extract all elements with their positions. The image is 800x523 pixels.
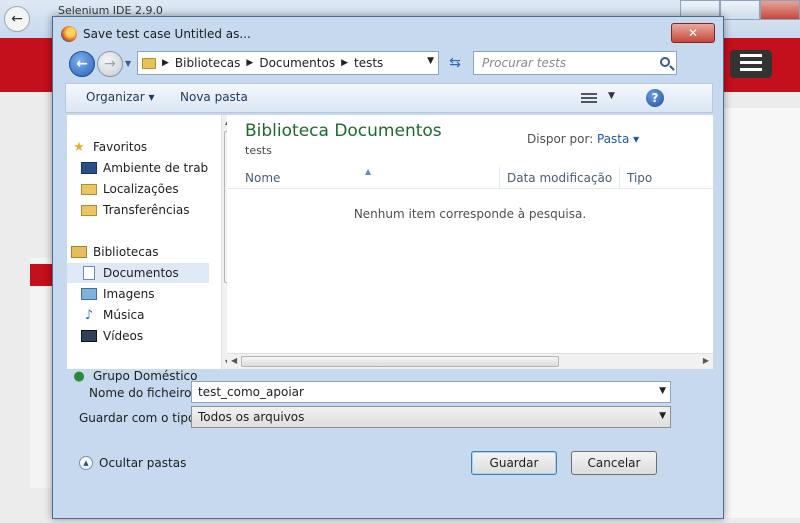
refresh-icon[interactable]: ⇆ bbox=[443, 51, 467, 75]
maximize-icon[interactable] bbox=[720, 0, 760, 20]
column-header-type[interactable]: Tipo bbox=[627, 171, 652, 185]
firefox-icon bbox=[61, 26, 77, 42]
dialog-title: Save test case Untitled as... bbox=[83, 27, 251, 41]
breadcrumb-item-tests[interactable]: tests bbox=[354, 56, 383, 70]
file-list-pane: Biblioteca Documentos tests Dispor por: … bbox=[227, 115, 713, 369]
address-dropdown-icon[interactable]: ▼ bbox=[427, 56, 434, 66]
filetype-dropdown-icon[interactable]: ▼ bbox=[659, 411, 666, 421]
downloads-icon bbox=[81, 204, 97, 216]
location-folder-icon bbox=[81, 183, 97, 195]
organize-button[interactable]: Organizar ▾ bbox=[86, 90, 155, 104]
breadcrumb-item-documentos[interactable]: Documentos bbox=[259, 56, 335, 70]
scroll-left-icon[interactable]: ◀ bbox=[231, 356, 237, 365]
sidebar-item-favoritos[interactable]: ★ Favoritos bbox=[71, 137, 211, 157]
libraries-icon bbox=[71, 246, 87, 258]
scroll-right-icon[interactable]: ▶ bbox=[703, 356, 709, 365]
sidebar-item-imagens[interactable]: Imagens bbox=[81, 284, 221, 304]
forward-arrow-icon[interactable]: → bbox=[97, 51, 123, 77]
search-icon[interactable] bbox=[660, 57, 670, 67]
videos-icon bbox=[81, 330, 97, 342]
file-list-scrollbar[interactable]: ◀ ▶ bbox=[227, 353, 713, 369]
save-dialog: Save test case Untitled as... ✕ ← → ▼ ▶ … bbox=[52, 16, 724, 519]
column-header-date[interactable]: Data modificação bbox=[507, 171, 612, 185]
sidebar-item-bibliotecas[interactable]: Bibliotecas bbox=[71, 242, 211, 262]
documents-icon bbox=[83, 266, 95, 280]
hamburger-menu-icon[interactable] bbox=[730, 50, 772, 78]
sidebar-item-ambiente-de-trabalho[interactable]: Ambiente de trab bbox=[81, 158, 221, 178]
arrange-by-label: Dispor por: bbox=[527, 132, 594, 146]
library-title: Biblioteca Documentos bbox=[245, 121, 442, 141]
sidebar-item-musica[interactable]: ♪ Música bbox=[81, 305, 221, 325]
save-form: Nome do ficheiro: test_como_apoiar ▼ Gua… bbox=[67, 373, 713, 433]
address-bar[interactable]: ▶ Bibliotecas ▶ Documentos ▶ tests ▼ bbox=[137, 51, 439, 75]
dialog-close-button[interactable]: ✕ bbox=[671, 23, 715, 43]
column-header-row: ▲ Nome Data modificação Tipo bbox=[227, 167, 713, 189]
new-folder-button[interactable]: Nova pasta bbox=[180, 90, 248, 104]
cancel-button[interactable]: Cancelar bbox=[571, 451, 657, 475]
arrange-by-dropdown[interactable]: Pasta ▾ bbox=[597, 132, 639, 146]
sidebar-item-localizacoes[interactable]: Localizações bbox=[81, 179, 221, 199]
dialog-toolbar: Organizar ▾ Nova pasta ▼ ? bbox=[65, 83, 713, 113]
recent-locations-dropdown-icon[interactable]: ▼ bbox=[125, 59, 135, 69]
dialog-titlebar: Save test case Untitled as... bbox=[61, 23, 251, 45]
filename-dropdown-icon[interactable]: ▼ bbox=[659, 386, 666, 396]
filename-label: Nome do ficheiro: bbox=[89, 386, 196, 400]
filetype-select[interactable]: Todos os arquivos ▼ bbox=[191, 406, 671, 428]
music-icon: ♪ bbox=[84, 307, 94, 323]
help-icon[interactable]: ? bbox=[646, 89, 664, 107]
sort-ascending-icon: ▲ bbox=[365, 167, 372, 176]
save-button[interactable]: Guardar bbox=[471, 451, 557, 475]
star-icon: ★ bbox=[73, 139, 85, 155]
folder-icon bbox=[142, 57, 156, 69]
breadcrumb-arrow-icon[interactable]: ▶ bbox=[162, 58, 169, 68]
back-arrow-icon[interactable]: ← bbox=[69, 51, 95, 77]
filename-value: test_como_apoiar bbox=[198, 385, 304, 399]
navigation-pane: ★ Favoritos Ambiente de trab Localizaçõe… bbox=[67, 115, 237, 384]
sidebar-item-documentos[interactable]: Documentos bbox=[67, 263, 209, 283]
filetype-value: Todos os arquivos bbox=[198, 410, 305, 424]
search-placeholder: Procurar tests bbox=[482, 56, 567, 70]
view-options-icon[interactable] bbox=[581, 91, 597, 105]
search-input[interactable]: Procurar tests bbox=[473, 51, 677, 75]
column-header-name[interactable]: Nome bbox=[245, 171, 280, 185]
scrollbar-thumb[interactable] bbox=[241, 356, 559, 367]
filetype-label: Guardar com o tipo: bbox=[79, 411, 200, 425]
breadcrumb-item-bibliotecas[interactable]: Bibliotecas bbox=[175, 56, 240, 70]
breadcrumb-arrow-icon[interactable]: ▶ bbox=[246, 58, 253, 68]
hide-folders-label: Ocultar pastas bbox=[99, 456, 187, 470]
breadcrumb-arrow-icon[interactable]: ▶ bbox=[341, 58, 348, 68]
hide-folders-button[interactable]: ▲ Ocultar pastas bbox=[79, 456, 186, 470]
library-subtitle: tests bbox=[245, 144, 272, 157]
sidebar-item-transferencias[interactable]: Transferências bbox=[81, 200, 221, 220]
dialog-footer: ▲ Ocultar pastas Guardar Cancelar bbox=[67, 443, 713, 491]
filename-field[interactable]: test_como_apoiar ▼ bbox=[191, 381, 671, 403]
view-dropdown-icon[interactable]: ▼ bbox=[608, 91, 615, 101]
empty-list-message: Nenhum item corresponde à pesquisa. bbox=[353, 207, 587, 221]
browser-back-button[interactable]: ← bbox=[4, 6, 30, 32]
desktop-icon bbox=[81, 162, 97, 174]
images-icon bbox=[81, 288, 97, 300]
navigation-row: ← → ▼ ▶ Bibliotecas ▶ Documentos ▶ tests… bbox=[65, 49, 713, 77]
collapse-icon: ▲ bbox=[79, 456, 93, 470]
close-icon[interactable] bbox=[760, 0, 800, 20]
sidebar-item-videos[interactable]: Vídeos bbox=[81, 326, 221, 346]
